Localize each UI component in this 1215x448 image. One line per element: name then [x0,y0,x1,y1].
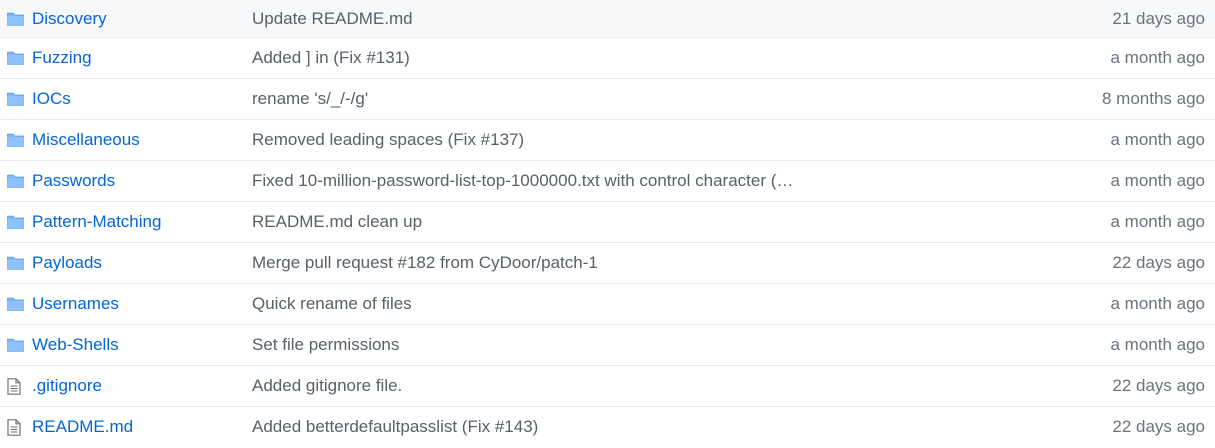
commit-age: 21 days ago [1112,9,1205,28]
file-list: Discovery Update README.md 21 days ago F… [0,0,1215,447]
commit-age: a month ago [1110,212,1205,231]
commit-message-link[interactable]: Merge pull request #182 from CyDoor/patc… [252,243,872,283]
commit-age: a month ago [1110,171,1205,190]
commit-message-link[interactable]: Added betterdefaultpasslist (Fix #143) [252,407,872,447]
commit-message-link[interactable]: README.md clean up [252,202,872,242]
commit-message-link[interactable]: rename 's/_/-/g' [252,79,872,119]
commit-message-link[interactable]: Set file permissions [252,325,872,365]
file-row-passwords[interactable]: Passwords Fixed 10-million-password-list… [0,161,1215,202]
file-row-discovery[interactable]: Discovery Update README.md 21 days ago [0,0,1215,38]
commit-age: 8 months ago [1101,89,1205,108]
commit-message-link[interactable]: Added gitignore file. [252,366,872,406]
file-row-payloads[interactable]: Payloads Merge pull request #182 from Cy… [0,243,1215,284]
commit-message-link[interactable]: Update README.md [252,0,872,37]
folder-icon [7,243,25,283]
commit-message-link[interactable]: Fixed 10-million-password-list-top-10000… [252,161,872,201]
file-name-link[interactable]: README.md [32,407,133,447]
file-name-link[interactable]: Fuzzing [32,38,92,78]
file-name-link[interactable]: Usernames [32,284,119,324]
file-name-link[interactable]: IOCs [32,79,71,119]
folder-icon [7,284,25,324]
file-row-pattern-matching[interactable]: Pattern-Matching README.md clean up a mo… [0,202,1215,243]
commit-message-link[interactable]: Added ] in (Fix #131) [252,38,872,78]
file-row-gitignore[interactable]: .gitignore Added gitignore file. 22 days… [0,366,1215,407]
folder-icon [7,120,25,160]
file-row-miscellaneous[interactable]: Miscellaneous Removed leading spaces (Fi… [0,120,1215,161]
folder-icon [7,202,25,242]
file-row-iocs[interactable]: IOCs rename 's/_/-/g' 8 months ago [0,79,1215,120]
file-name-link[interactable]: Discovery [32,0,107,37]
commit-age: 22 days ago [1112,253,1205,272]
file-row-web-shells[interactable]: Web-Shells Set file permissions a month … [0,325,1215,366]
commit-age: 22 days ago [1112,376,1205,395]
commit-age: a month ago [1110,48,1205,67]
file-name-link[interactable]: Web-Shells [32,325,119,365]
folder-icon [7,0,25,37]
file-name-link[interactable]: Pattern-Matching [32,202,161,242]
file-row-usernames[interactable]: Usernames Quick rename of files a month … [0,284,1215,325]
file-icon [7,407,25,448]
file-icon [7,366,25,406]
commit-age: a month ago [1110,335,1205,354]
folder-icon [7,79,25,119]
commit-age: 22 days ago [1112,417,1205,436]
file-name-link[interactable]: .gitignore [32,366,102,406]
commit-message-link[interactable]: Quick rename of files [252,284,872,324]
folder-icon [7,161,25,201]
file-row-readme[interactable]: README.md Added betterdefaultpasslist (F… [0,407,1215,448]
file-row-fuzzing[interactable]: Fuzzing Added ] in (Fix #131) a month ag… [0,38,1215,79]
file-name-link[interactable]: Passwords [32,161,115,201]
folder-icon [7,325,25,365]
commit-message-link[interactable]: Removed leading spaces (Fix #137) [252,120,872,160]
commit-age: a month ago [1110,294,1205,313]
file-name-link[interactable]: Payloads [32,243,102,283]
file-name-link[interactable]: Miscellaneous [32,120,140,160]
folder-icon [7,38,25,78]
commit-age: a month ago [1110,130,1205,149]
